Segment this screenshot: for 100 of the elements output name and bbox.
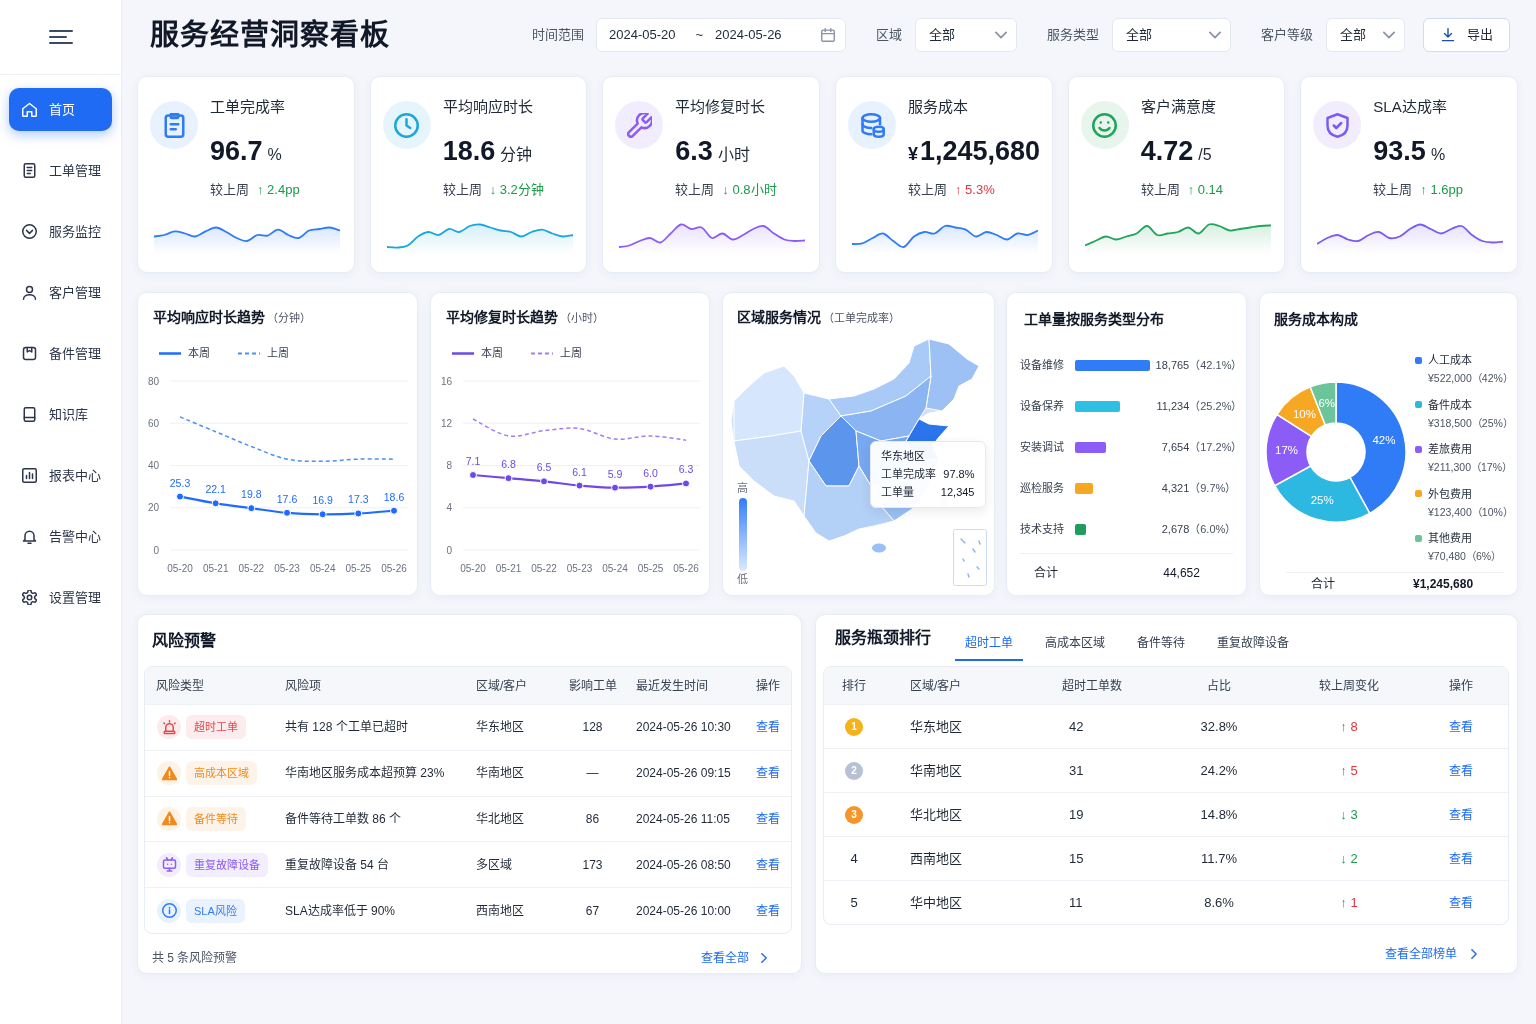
risk-type-tag: 备件等待 (186, 807, 246, 831)
slice-label: 10% (1292, 407, 1316, 420)
data-point (646, 482, 655, 491)
view-link[interactable]: 查看 (756, 810, 780, 828)
table-cell-text: 重复故障设备 54 台 (285, 856, 389, 874)
date-range-field[interactable]: 2024-05-20 ~ 2024-05-26 (596, 18, 846, 52)
data-label: 17.3 (348, 493, 369, 506)
view-link[interactable]: 查看 (756, 718, 780, 737)
data-label: 22.1 (205, 483, 226, 496)
chart-title: 平均修复时长趋势 (445, 308, 558, 327)
column-header: 最近发生时间 (636, 677, 708, 695)
legend-amount: ¥318,500（25%） (1428, 415, 1513, 431)
nav-item[interactable]: 设置管理 (9, 576, 112, 619)
nav-item[interactable]: 工单管理 (9, 149, 112, 192)
tooltip-value: 12,345 (940, 485, 975, 500)
nav-item[interactable]: 客户管理 (9, 271, 112, 314)
slice-label: 17% (1275, 444, 1298, 457)
bell-icon (22, 529, 37, 544)
table-cell-text: 华南地区 (910, 761, 962, 780)
solid-line-legend-icon (451, 351, 474, 355)
tab[interactable]: 备件等待 (1127, 633, 1195, 661)
axis-tick-label: 05-22 (238, 563, 265, 574)
tab[interactable]: 高成本区域 (1035, 633, 1115, 661)
data-label: 6.0 (642, 466, 658, 479)
column-header: 影响工单 (568, 677, 617, 695)
table-cell-text: 67 (585, 902, 600, 920)
kpi-change: ↑ 0.14 (1187, 181, 1224, 199)
table-cell-text: 2024-05-26 08:50 (636, 856, 731, 874)
axis-tick-label: 8 (446, 460, 452, 471)
axis-tick-label: 0 (153, 544, 159, 556)
nav-item[interactable]: 首页 (9, 88, 112, 131)
table-cell-text: SLA达成率低于 90% (285, 902, 396, 920)
axis-tick-label: 05-23 (566, 563, 593, 574)
export-button[interactable]: 导出 (1423, 18, 1510, 52)
view-link[interactable]: 查看 (756, 855, 780, 874)
column-header: 风险项 (285, 677, 321, 695)
view-link[interactable]: 查看 (1449, 761, 1473, 780)
axis-tick-label: 05-26 (381, 563, 407, 574)
view-link[interactable]: 查看 (1449, 849, 1473, 868)
tab[interactable]: 重复故障设备 (1207, 633, 1299, 661)
column-header: 区域/客户 (476, 677, 528, 695)
solid-line-legend-icon (159, 351, 181, 355)
data-point (176, 492, 184, 501)
nav-item[interactable]: 服务监控 (9, 210, 112, 253)
menu-icon[interactable] (48, 29, 73, 45)
axis-tick-label: 40 (147, 460, 159, 471)
kpi-value: 6.3 (675, 135, 713, 168)
share-label: （25.2%） (1189, 399, 1243, 415)
nav-item[interactable]: 告警中心 (9, 515, 112, 558)
compare-label: 较上周 (1373, 181, 1413, 199)
tooltip-value: 97.8% (943, 467, 975, 482)
table-cell-text: 共有 128 个工单已超时 (285, 719, 408, 737)
data-label: 6.3 (678, 463, 694, 476)
view-link[interactable]: 查看 (1449, 805, 1473, 824)
view-link[interactable]: 查看 (756, 764, 780, 783)
nav-item[interactable]: 知识库 (9, 393, 112, 436)
axis-tick-label: 80 (147, 375, 159, 387)
total-value: ¥1,245,680 (1413, 576, 1474, 593)
view-all-link[interactable]: 查看全部 (701, 949, 769, 967)
bar-chart-icon (22, 468, 37, 483)
legend-label: 外包费用 (1428, 486, 1472, 502)
table-cell-text: 2024-05-26 10:30 (636, 719, 731, 737)
chart-title: 区域服务情况 (736, 308, 821, 327)
compare-label: 较上周 (1140, 181, 1180, 199)
table-cell-text: 华东地区 (476, 719, 524, 737)
tab[interactable]: 超时工单 (955, 633, 1023, 661)
legend-label: 备件成本 (1428, 397, 1472, 413)
chevron-down-icon (995, 29, 1007, 41)
data-point (575, 481, 584, 490)
circle-chevron-icon (22, 224, 37, 239)
nav-item[interactable]: 报表中心 (9, 454, 112, 497)
kpi-title: 客户满意度 (1140, 97, 1217, 117)
column-header: 排行 (842, 677, 866, 695)
data-point (354, 509, 363, 518)
kpi-change: ↑ 2.4pp (257, 181, 300, 199)
axis-tick-label: 05-25 (345, 563, 372, 574)
filter-select[interactable]: 全部 (1326, 18, 1405, 52)
view-all-link[interactable]: 查看全部榜单 (1385, 945, 1479, 963)
legend-amount: ¥211,300（17%） (1428, 460, 1513, 475)
risk-type-tag: 高成本区域 (186, 761, 257, 786)
table-cell-text: 24.2% (1200, 761, 1238, 780)
table-cell-text: 11 (1069, 893, 1083, 912)
filter-select[interactable]: 全部 (915, 18, 1017, 52)
table-cell-text: 西南地区 (476, 902, 524, 920)
nav-item[interactable]: 备件管理 (9, 332, 112, 375)
data-label: 6.5 (536, 461, 552, 474)
table-cell-text: 173 (582, 856, 603, 874)
view-link[interactable]: 查看 (1449, 717, 1473, 736)
compare-label: 较上周 (908, 181, 947, 199)
axis-tick-label: 05-21 (495, 563, 522, 574)
table-cell-text: 2024-05-26 09:15 (636, 765, 731, 783)
compare-label: 较上周 (210, 181, 249, 199)
legend-swatch-icon (1415, 534, 1422, 542)
view-link[interactable]: 查看 (756, 901, 780, 920)
data-label: 5.9 (607, 467, 623, 480)
kpi-unit: /5 (1198, 145, 1212, 165)
compare-label: 较上周 (442, 181, 482, 199)
data-point (247, 504, 256, 513)
filter-select[interactable]: 全部 (1112, 18, 1231, 52)
view-link[interactable]: 查看 (1449, 893, 1473, 912)
